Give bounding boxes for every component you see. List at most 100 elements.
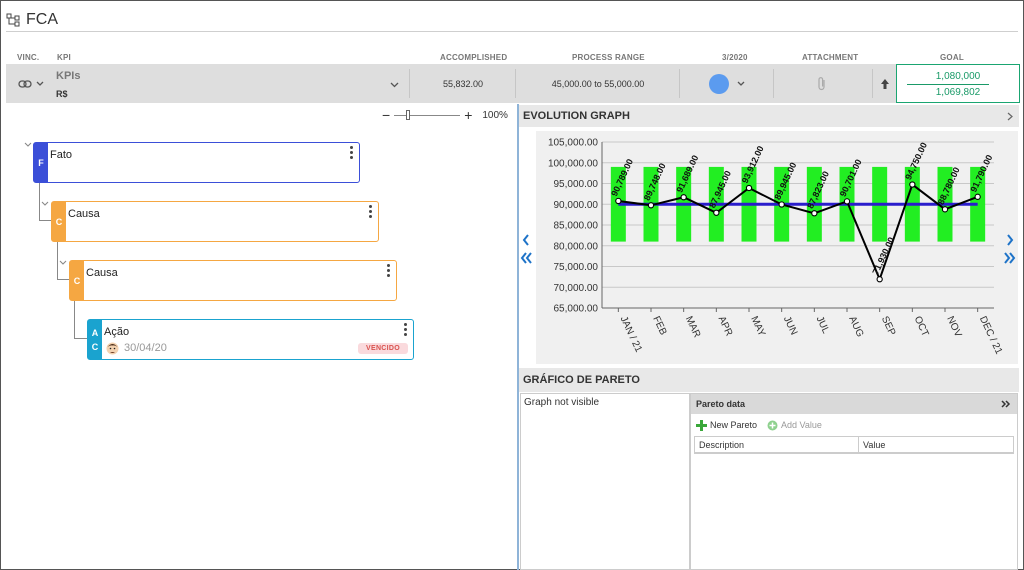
pareto-data-header: Pareto data: [691, 394, 1017, 414]
x-tick-label: JAN / 21: [618, 315, 644, 355]
plus-icon: [696, 419, 707, 431]
tree-connector: [57, 242, 58, 280]
status-indicator: [709, 73, 729, 94]
collapse-chevron-icon[interactable]: [24, 142, 32, 148]
title-bar: FCA: [6, 8, 58, 32]
more-options-icon[interactable]: [387, 264, 391, 279]
evolution-graph-header[interactable]: EVOLUTION GRAPH: [519, 105, 1019, 127]
node-label: Causa: [86, 267, 118, 279]
due-date: 30/04/20: [124, 342, 167, 354]
next-period-button[interactable]: [1006, 233, 1014, 249]
prev-period-button[interactable]: [522, 233, 530, 249]
data-point: [941, 206, 949, 213]
collapse-chevron-icon[interactable]: [41, 201, 49, 207]
chevron-right-icon: [1007, 234, 1014, 246]
node-type-tag: C: [52, 202, 66, 241]
y-tick-label: 95,000.00: [554, 179, 599, 190]
more-options-icon[interactable]: [350, 146, 354, 161]
col-value[interactable]: Value: [859, 440, 885, 450]
hierarchy-icon: [6, 13, 20, 27]
actual-line: [618, 182, 979, 283]
zoom-slider[interactable]: [394, 110, 461, 120]
y-tick-label: 65,000.00: [554, 304, 599, 315]
col-accomplished: ACCOMPLISHED: [440, 53, 508, 62]
x-tick-label: NOV: [944, 315, 963, 340]
add-value-button[interactable]: Add Value: [767, 420, 822, 431]
chevron-left-icon: [522, 234, 529, 246]
trend-up-icon: [874, 64, 896, 103]
node-type-tag: AC: [88, 320, 102, 359]
tree-connector: [74, 301, 75, 339]
chevron-down-icon: [36, 81, 44, 86]
col-goal: GOAL: [940, 53, 964, 62]
data-point: [615, 197, 622, 205]
x-tick-label: FEB: [650, 315, 668, 338]
zoom-in-button[interactable]: +: [464, 107, 472, 123]
evolution-chart: 65,000.00 70,000.00 75,000.00 80,000.00 85,0…: [548, 138, 1004, 357]
divider: [872, 69, 873, 98]
y-tick-label: 105,000.00: [548, 138, 598, 149]
x-tick-label: MAY: [748, 315, 767, 339]
status-dropdown[interactable]: [680, 64, 774, 103]
node-label: Fato: [50, 149, 73, 161]
y-tick-label: 70,000.00: [554, 283, 599, 294]
pareto-toolbar: New Pareto Add Value: [691, 414, 1017, 436]
divider: [907, 84, 989, 85]
collapse-chevron-icon[interactable]: [59, 260, 67, 266]
goal-actual: 1,069,802: [935, 87, 981, 98]
pareto-graph-area: Graph not visible: [520, 393, 690, 570]
chevron-right-icon[interactable]: [1007, 112, 1013, 121]
tree-connector: [39, 183, 40, 221]
tree-connector: [74, 338, 87, 339]
table-header-row: Description Value: [695, 437, 1013, 453]
double-chevron-left-icon: [520, 252, 532, 264]
more-options-icon[interactable]: [404, 323, 408, 338]
first-period-button[interactable]: [520, 251, 532, 267]
data-point: [974, 193, 981, 200]
tree-node-acao[interactable]: AC Ação 30/04/20 VENCIDO: [87, 319, 414, 360]
new-pareto-button[interactable]: New Pareto: [696, 419, 757, 431]
pareto-title: GRÁFICO DE PARETO: [523, 374, 640, 386]
data-point: [745, 184, 753, 192]
pareto-data-panel: Pareto data New Pareto Add Value Descrip…: [690, 393, 1018, 570]
add-circle-icon: [767, 420, 778, 430]
col-description[interactable]: Description: [695, 437, 859, 452]
y-tick-label: 80,000.00: [554, 241, 599, 252]
tree-node-fato[interactable]: F Fato: [33, 142, 360, 183]
data-point: [680, 194, 687, 201]
x-tick-label: OCT: [912, 315, 931, 339]
x-tick-label: MAR: [683, 315, 702, 340]
last-period-button[interactable]: [1004, 251, 1016, 267]
node-label: Ação: [104, 326, 130, 338]
tree-node-causa[interactable]: C Causa: [51, 201, 379, 242]
zoom-control: − + 100%: [382, 107, 508, 123]
zoom-slider-handle[interactable]: [406, 110, 411, 120]
link-icon: [18, 79, 32, 88]
divider: [6, 31, 1018, 32]
node-type-tag: F: [34, 143, 48, 182]
kpi-name: KPIs: [56, 70, 81, 82]
col-process-range: PROCESS RANGE: [572, 53, 645, 62]
pareto-header: GRÁFICO DE PARETO: [519, 368, 1019, 392]
y-tick-label: 90,000.00: [554, 200, 599, 211]
col-vinc: VINC.: [17, 53, 40, 62]
attachment-button[interactable]: [774, 64, 870, 103]
goal-box: 1,080,000 1,069,802: [896, 64, 1020, 103]
data-point: [713, 209, 720, 216]
tree-connector: [57, 279, 69, 280]
kpi-chevron-down-icon[interactable]: [390, 82, 399, 88]
status-badge: VENCIDO: [358, 343, 408, 354]
collapse-panel-icon[interactable]: [1001, 400, 1011, 408]
chevron-down-icon: [737, 81, 745, 86]
accomplished-value: 55,832.00: [442, 78, 484, 89]
link-dropdown[interactable]: [14, 64, 48, 103]
double-chevron-right-icon: [1004, 252, 1016, 264]
tree-connector: [39, 220, 51, 221]
node-type-tag: C: [70, 261, 84, 300]
data-point: [876, 276, 883, 283]
tree-node-causa[interactable]: C Causa: [69, 260, 397, 301]
evolution-graph-title: EVOLUTION GRAPH: [523, 110, 630, 122]
col-period: 3/2020: [722, 53, 748, 62]
more-options-icon[interactable]: [369, 205, 373, 220]
zoom-out-button[interactable]: −: [382, 107, 390, 123]
